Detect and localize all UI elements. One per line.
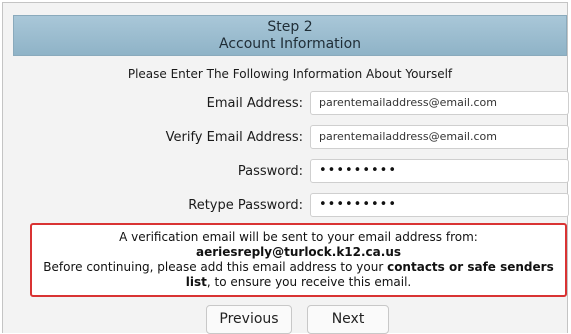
notice-text-pre: Before continuing, please add this email… [43,260,388,274]
notice-line-3: Before continuing, please add this email… [32,260,565,290]
step-number: Step 2 [267,19,313,35]
intro-text: Please Enter The Following Information A… [127,67,453,81]
step-title: Account Information [218,36,362,52]
retype-password-label: Retype Password: [188,198,303,213]
sender-email: aeriesreply@turlock.k12.ca.us [195,245,402,259]
verify-email-label: Verify Email Address: [165,130,303,145]
password-input[interactable]: ••••••••• [310,159,569,183]
email-input[interactable]: parentemailaddress@email.com [310,91,569,115]
password-label: Password: [237,164,303,179]
verify-email-input[interactable]: parentemailaddress@email.com [310,125,569,149]
notice-line-1: A verification email will be sent to you… [119,230,478,244]
verification-notice: A verification email will be sent to you… [30,223,567,297]
notice-text-post: , to ensure you receive this email. [206,275,412,289]
next-button[interactable]: Next [307,305,389,334]
email-label: Email Address: [206,96,303,111]
retype-password-input[interactable]: ••••••••• [310,193,569,217]
step-header: Step 2 Account Information [13,15,567,56]
previous-button[interactable]: Previous [206,305,292,334]
notice-sender: aeriesreply@turlock.k12.ca.us [32,245,565,260]
account-info-panel: Step 2 Account Information Please Enter … [2,2,569,334]
